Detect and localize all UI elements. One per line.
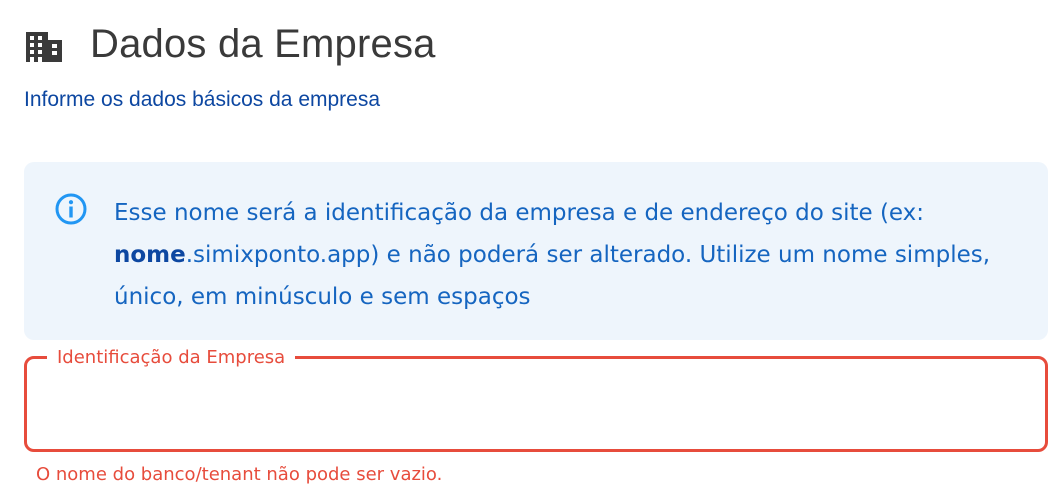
info-text-part2: .simixponto.app) e não poderá ser altera… <box>114 242 991 310</box>
page-header: Dados da Empresa <box>26 14 436 74</box>
info-text-bold: nome <box>114 242 186 268</box>
company-id-input[interactable] <box>47 383 1021 425</box>
page-subtitle: Informe os dados básicos da empresa <box>24 88 381 111</box>
info-text-part1: Esse nome será a identificação da empres… <box>114 200 925 226</box>
info-icon <box>55 193 87 225</box>
company-id-label: Identificação da Empresa <box>47 346 296 370</box>
company-data-form: Dados da Empresa Informe os dados básico… <box>0 0 1064 496</box>
company-id-error: O nome do banco/tenant não pode ser vazi… <box>36 464 443 485</box>
company-id-field: Identificação da Empresa <box>24 346 1048 452</box>
info-alert: Esse nome será a identificação da empres… <box>24 162 1048 340</box>
info-alert-text: Esse nome será a identificação da empres… <box>114 192 1014 318</box>
page-title: Dados da Empresa <box>90 21 436 66</box>
building-icon <box>26 32 62 62</box>
